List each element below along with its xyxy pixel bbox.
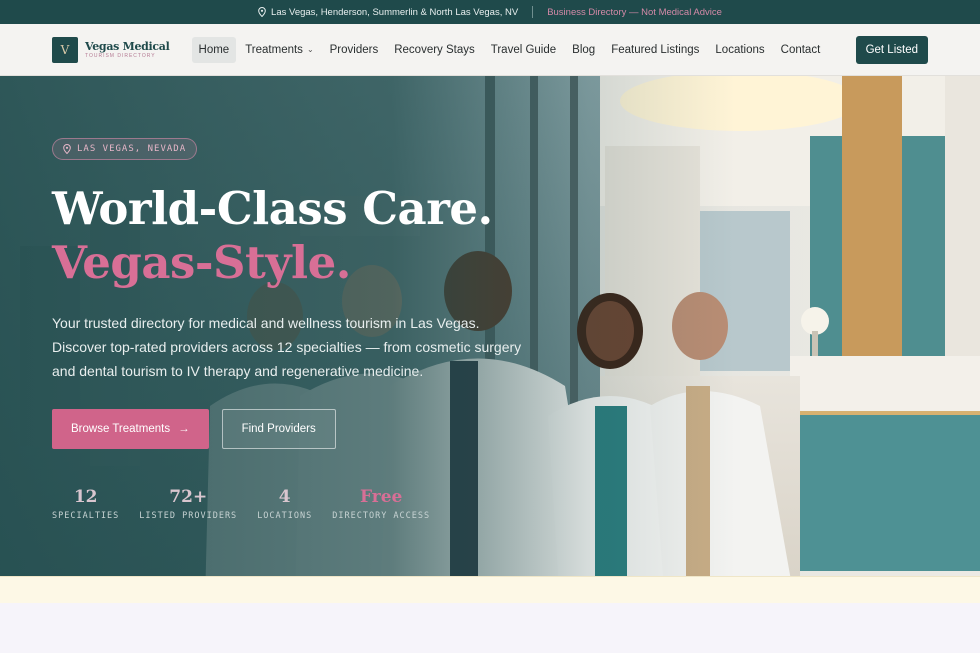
stat-label: LISTED PROVIDERS [139, 511, 238, 522]
get-listed-button[interactable]: Get Listed [855, 35, 928, 64]
nav-item-recovery-stays[interactable]: Recovery Stays [387, 37, 482, 63]
stat-value: 72+ [169, 487, 208, 508]
topbar-location: Las Vegas, Henderson, Summerlin & North … [258, 7, 518, 18]
map-pin-icon [63, 144, 71, 154]
location-badge-text: LAS VEGAS, NEVADA [77, 144, 187, 154]
main-navigation: V Vegas Medical TOURISM DIRECTORY Home T… [0, 24, 980, 76]
topbar-disclaimer: Business Directory — Not Medical Advice [547, 6, 722, 18]
hero-title-line1: World-Class Care. [52, 182, 493, 235]
topbar-location-text: Las Vegas, Henderson, Summerlin & North … [271, 6, 519, 18]
nav-item-home[interactable]: Home [191, 36, 237, 63]
stat-label: LOCATIONS [257, 511, 313, 522]
logo-mark: V [52, 36, 78, 63]
hero-stats: 12 SPECIALTIES 72+ LISTED PROVIDERS 4 LO… [52, 487, 532, 521]
nav-menu: Home Treatments ⌄ Providers Recovery Stay… [191, 36, 828, 63]
location-badge: LAS VEGAS, NEVADA [52, 138, 198, 160]
stat-value: 12 [73, 487, 98, 508]
nav-item-label: Treatments [245, 43, 303, 56]
hero-buttons: Browse Treatments → Find Providers [52, 409, 532, 450]
stat-providers: 72+ LISTED PROVIDERS [139, 487, 237, 521]
nav-item-locations[interactable]: Locations [708, 37, 771, 63]
nav-item-label: Recovery Stays [394, 43, 475, 56]
nav-item-label: Home [198, 43, 230, 56]
logo-name: Vegas Medical [85, 39, 170, 53]
nav-item-label: Blog [572, 43, 596, 56]
nav-item-label: Featured Listings [611, 43, 700, 56]
site-logo[interactable]: V Vegas Medical TOURISM DIRECTORY [52, 36, 170, 63]
browse-treatments-label: Browse Treatments [71, 423, 171, 436]
hero-section: LAS VEGAS, NEVADA World-Class Care. Vega… [0, 76, 980, 603]
chevron-down-icon: ⌄ [306, 45, 314, 54]
nav-item-blog[interactable]: Blog [565, 37, 602, 63]
hero-lead: Your trusted directory for medical and w… [52, 315, 522, 379]
stat-label: SPECIALTIES [52, 511, 120, 522]
nav-item-travel-guide[interactable]: Travel Guide [484, 37, 563, 63]
find-providers-button[interactable]: Find Providers [221, 409, 336, 450]
stat-value: Free [360, 487, 403, 508]
logo-text: Vegas Medical TOURISM DIRECTORY [85, 41, 170, 59]
nav-item-providers[interactable]: Providers [323, 37, 386, 63]
map-pin-icon [258, 7, 266, 17]
stat-locations: 4 LOCATIONS [257, 487, 312, 521]
arrow-right-icon: → [178, 423, 190, 436]
nav-item-label: Contact [780, 43, 821, 56]
hero-title-line2: Vegas-Style. [52, 236, 351, 289]
nav-item-label: Locations [715, 43, 765, 56]
stat-value: 4 [278, 487, 291, 508]
top-info-bar: Las Vegas, Henderson, Summerlin & North … [0, 0, 980, 24]
nav-item-label: Travel Guide [490, 43, 557, 56]
nav-item-label: Providers [329, 43, 379, 56]
nav-item-treatments[interactable]: Treatments ⌄ [238, 37, 320, 63]
browse-treatments-button[interactable]: Browse Treatments → [52, 409, 209, 450]
hero-bottom-strip [0, 576, 980, 603]
stat-specialties: 12 SPECIALTIES [52, 487, 119, 521]
stat-label: DIRECTORY ACCESS [332, 511, 431, 522]
logo-tagline: TOURISM DIRECTORY [85, 52, 156, 59]
nav-item-contact[interactable]: Contact [774, 37, 828, 63]
hero-content: LAS VEGAS, NEVADA World-Class Care. Vega… [52, 138, 532, 521]
nav-item-featured-listings[interactable]: Featured Listings [604, 37, 706, 63]
topbar-divider [532, 6, 534, 18]
stat-directory-access: Free DIRECTORY ACCESS [332, 487, 430, 521]
